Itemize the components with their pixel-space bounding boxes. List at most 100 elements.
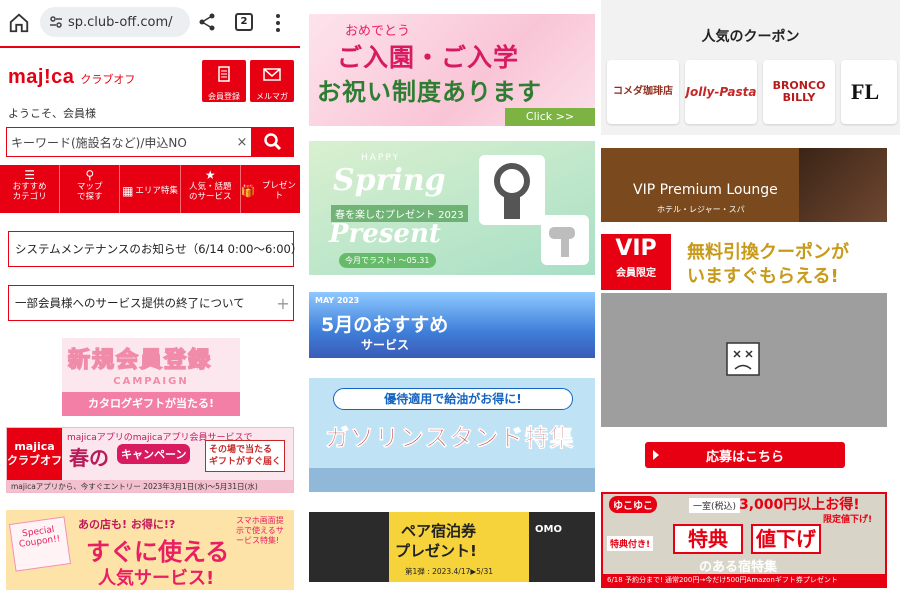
coupon-logo: FL (851, 79, 880, 104)
nav-popular-services[interactable]: ★ 人気・話題 のサービス (181, 165, 241, 213)
arrow-right-icon (653, 450, 659, 460)
banner-sub: いますぐもらえる! (687, 266, 839, 287)
coupon-card-partial[interactable]: FL (841, 60, 897, 124)
home-icon[interactable] (8, 12, 30, 34)
mailmag-label: メルマガ (256, 92, 288, 101)
banner-bottom-text: majicaアプリから、今すぐエントリー 2023年3月1日(水)〜5月31日(… (7, 480, 293, 492)
banner-top-text: おめでとう (345, 24, 411, 39)
nav-recommended-category[interactable]: ☰ おすすめ カテゴリ (0, 165, 61, 213)
banner-year: MAY 2023 (315, 296, 360, 305)
banner-note: スマホ画面提示で使えるサービス特集! (236, 516, 284, 545)
banner-title: VIP Premium Lounge (633, 182, 778, 198)
banner-title: ペア宿泊券 (401, 522, 477, 540)
url-text: sp.club-off.com/ (68, 14, 173, 30)
banner-title: Spring (333, 163, 446, 198)
banner-box-benefit: 特典 (673, 524, 743, 554)
broken-image-placeholder (601, 293, 887, 427)
notice-service-end[interactable]: 一部会員様へのサービス提供の終了について + (8, 285, 294, 321)
nav-label: エリア特集 (135, 185, 178, 196)
address-bar[interactable]: sp.club-off.com/ (40, 7, 190, 37)
banner-pair-stay[interactable]: ペア宿泊券 プレゼント! 第1弾 : 2023.4/17▶5/31 OMO (309, 512, 595, 582)
banner-spring-present[interactable]: HAPPY Spring 春を楽しむプレゼント 2023 Present 今月で… (309, 141, 595, 275)
list-icon: ☰ (24, 168, 35, 182)
mobile-page-right: 人気のクーポン コメダ珈琲店 Jolly-Pasta BRONCO BILLY … (601, 0, 900, 600)
apply-label: 応募はこちら (705, 449, 784, 465)
banner-yukoyuko-inn[interactable]: ゆこゆこ 一室(税込) 3,000円以上お得! 限定値下げ! 特典付き! 特典 … (601, 492, 887, 588)
expand-icon: + (276, 293, 290, 313)
welcome-text: ようこそ、会員様 (8, 107, 96, 120)
mobile-page-left: sp.club-off.com/ 2 maj!ca クラブオフ 会員登録 メルマ… (0, 0, 300, 600)
search-button[interactable] (252, 127, 294, 157)
banner-vip-lounge[interactable]: VIP Premium Lounge ホテル・レジャー・スパ (601, 148, 887, 222)
vip-tag-small: 会員限定 (616, 268, 656, 279)
banner-campaign: キャンペーン (117, 444, 191, 464)
click-tag: Click >> (505, 108, 595, 126)
banner-enrollment-celebration[interactable]: おめでとう ご入園・ご入学 お祝い制度あります Click >> (309, 14, 595, 126)
banner-gas-station[interactable]: 優待適用で給油がお得に! ガソリンスタンド特集 (309, 378, 595, 492)
nav-area-feature[interactable]: ▦ エリア特集 (120, 165, 181, 213)
banner-box-discount: 値下げ (751, 524, 821, 554)
banner-title: 春の (69, 446, 109, 470)
coupon-card-jolly-pasta[interactable]: Jolly-Pasta (685, 60, 757, 124)
section-title: 人気のクーポン (701, 29, 800, 45)
notice-maintenance[interactable]: システムメンテナンスのお知らせ（6/14 0:00〜6:00） + (8, 231, 300, 267)
map-icon: ▦ (122, 183, 134, 198)
coupon-badge: Special Coupon!! (8, 516, 72, 572)
banner-free-coupon[interactable]: VIP 会員限定 無料引換クーポンが いますぐもらえる! (601, 234, 887, 290)
star-icon: ★ (204, 168, 216, 182)
search-input[interactable]: キーワード(施設名など)/申込NO × (6, 127, 252, 157)
more-menu-icon[interactable] (272, 12, 284, 34)
banner-feature: 特典付き! (607, 536, 654, 551)
banner-happy: HAPPY (361, 153, 401, 163)
banner-limit: 限定値下げ! (823, 515, 873, 525)
vip-tag: VIP 会員限定 (601, 234, 671, 290)
mobile-page-middle: おめでとう ご入園・ご入学 お祝い制度あります Click >> HAPPY S… (303, 0, 599, 600)
banner-gift-text: カタログギフトが当たる! (62, 392, 240, 416)
banner-bottom-bar: 6/18 予約分まで! 通常200円→今だけ500円Amazonギフト券プレゼン… (603, 574, 885, 586)
category-nav: ☰ おすすめ カテゴリ ⚲ マップ で探す ▦ エリア特集 ★ 人気・話題 のサ… (0, 165, 300, 213)
tab-switcher-button[interactable]: 2 (235, 13, 253, 31)
site-logo[interactable]: maj!ca クラブオフ (8, 66, 135, 89)
banner-sub: CAMPAIGN (113, 376, 189, 387)
banner-title: ガソリンスタンド特集 (325, 424, 575, 453)
nav-label: 人気・話題 のサービス (188, 182, 232, 202)
mail-icon (263, 68, 281, 81)
banner-sub: 人気サービス! (98, 568, 215, 589)
banner-side-logo: majica クラブオフ (7, 428, 62, 480)
banner-spring-campaign[interactable]: majica クラブオフ majicaアプリのmajicaアプリ会員サービスで … (6, 427, 294, 493)
apply-button[interactable]: 応募はこちら (645, 442, 845, 468)
browser-toolbar: sp.club-off.com/ 2 (0, 0, 300, 46)
nav-map-search[interactable]: ⚲ マップ で探す (60, 165, 121, 213)
coupon-logo: コメダ珈琲店 (613, 86, 673, 97)
notice-text: 一部会員様へのサービス提供の終了について (15, 296, 245, 310)
mailmag-button[interactable]: メルマガ (250, 60, 294, 102)
nav-present[interactable]: 🎁 プレゼント (241, 165, 300, 213)
banner-present: Present (329, 219, 441, 249)
banner-may-recommend[interactable]: MAY 2023 5月のおすすめ サービス (309, 292, 595, 358)
document-icon (218, 66, 230, 82)
map-pin-icon: ⚲ (85, 168, 95, 182)
nav-label: プレゼント (261, 180, 296, 201)
register-button[interactable]: 会員登録 (202, 60, 246, 102)
coupon-card-komeda[interactable]: コメダ珈琲店 (607, 60, 679, 124)
coupon-card-bronco-billy[interactable]: BRONCO BILLY (763, 60, 835, 124)
wine-image (799, 148, 887, 222)
notice-text: システムメンテナンスのお知らせ（6/14 0:00〜6:00） (15, 242, 300, 256)
clear-icon[interactable]: × (233, 135, 251, 150)
banner-max-label: 一室(税込) (689, 498, 741, 513)
site-info-icon[interactable] (48, 14, 64, 30)
banner-instant-coupon[interactable]: Special Coupon!! あの店も! お得に!? すぐに使える 人気サー… (6, 510, 294, 590)
nav-label: おすすめ カテゴリ (12, 182, 47, 202)
banner-sub: サービス (361, 338, 410, 352)
omo-logo: OMO (535, 524, 562, 535)
fan-heater-image (479, 155, 545, 225)
banner-new-member-campaign[interactable]: 新規会員登録 CAMPAIGN カタログギフトが当たる! (62, 338, 240, 416)
share-icon[interactable] (197, 12, 217, 32)
banner-sub: ホテル・レジャー・スパ (657, 205, 745, 214)
banner-title: ご入園・ご入学 (337, 43, 520, 72)
search-form: キーワード(施設名など)/申込NO × (6, 127, 294, 157)
sad-face-icon (726, 342, 760, 376)
banner-title: 新規会員登録 (67, 347, 213, 374)
banner-title: 無料引換クーポンが (687, 242, 849, 263)
banner-deadline: 今月でラスト! 〜05.31 (339, 253, 436, 268)
